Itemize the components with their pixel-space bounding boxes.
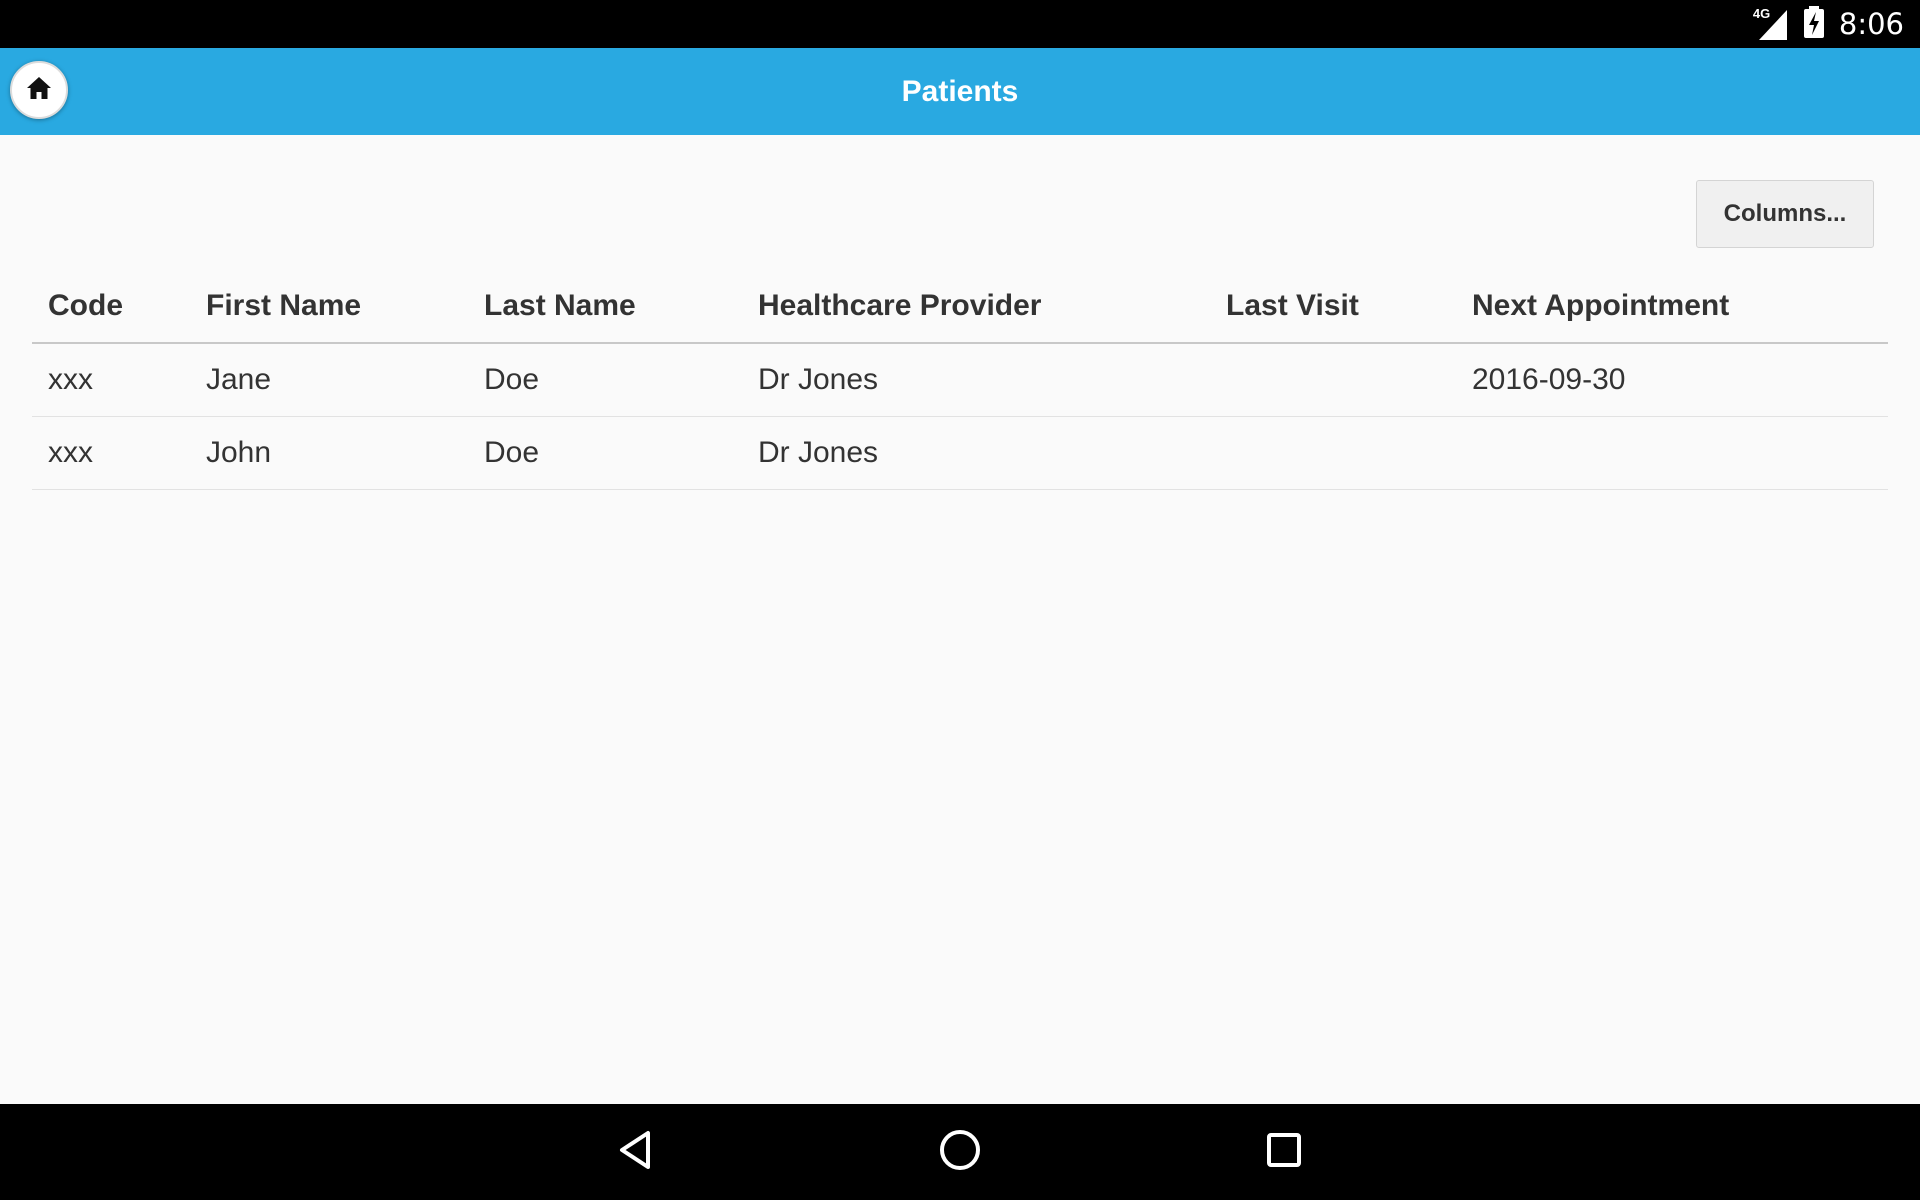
table-row[interactable]: xxx Jane Doe Dr Jones 2016-09-30: [32, 343, 1888, 417]
cell-healthcare-provider: Dr Jones: [742, 343, 1210, 417]
status-icons: 4G 8:06: [1753, 0, 1904, 48]
cell-code: xxx: [32, 343, 190, 417]
cell-first-name: John: [190, 416, 468, 490]
clock: 8:06: [1838, 7, 1904, 41]
battery-charging-icon: [1803, 5, 1825, 43]
signal-icon: 4G: [1753, 6, 1789, 42]
column-header-healthcare-provider[interactable]: Healthcare Provider: [742, 270, 1210, 344]
column-header-last-name[interactable]: Last Name: [468, 270, 742, 344]
column-header-first-name[interactable]: First Name: [190, 270, 468, 344]
cell-last-name: Doe: [468, 343, 742, 417]
table-header-row: Code First Name Last Name Healthcare Pro…: [32, 270, 1888, 344]
cell-healthcare-provider: Dr Jones: [742, 416, 1210, 490]
column-header-code[interactable]: Code: [32, 270, 190, 344]
recents-button[interactable]: [1260, 1128, 1308, 1176]
cell-first-name: Jane: [190, 343, 468, 417]
recents-icon: [1264, 1130, 1304, 1175]
home-icon: [25, 74, 53, 107]
home-nav-button[interactable]: [936, 1128, 984, 1176]
column-header-last-visit[interactable]: Last Visit: [1210, 270, 1456, 344]
cell-last-visit: [1210, 343, 1456, 417]
table-row[interactable]: xxx John Doe Dr Jones: [32, 416, 1888, 490]
cell-next-appointment: 2016-09-30: [1456, 343, 1888, 417]
home-button[interactable]: [10, 61, 68, 119]
cell-next-appointment: [1456, 416, 1888, 490]
home-circle-icon: [938, 1128, 982, 1177]
navigation-bar: [0, 1104, 1920, 1200]
columns-button[interactable]: Columns...: [1696, 180, 1874, 248]
back-icon: [616, 1129, 656, 1176]
patients-table: Code First Name Last Name Healthcare Pro…: [32, 270, 1888, 490]
cell-code: xxx: [32, 416, 190, 490]
status-bar: 4G 8:06: [0, 0, 1920, 48]
app-header: Patients: [0, 48, 1920, 135]
page-title: Patients: [901, 75, 1019, 108]
cell-last-name: Doe: [468, 416, 742, 490]
cell-last-visit: [1210, 416, 1456, 490]
column-header-next-appointment[interactable]: Next Appointment: [1456, 270, 1888, 344]
back-button[interactable]: [612, 1128, 660, 1176]
